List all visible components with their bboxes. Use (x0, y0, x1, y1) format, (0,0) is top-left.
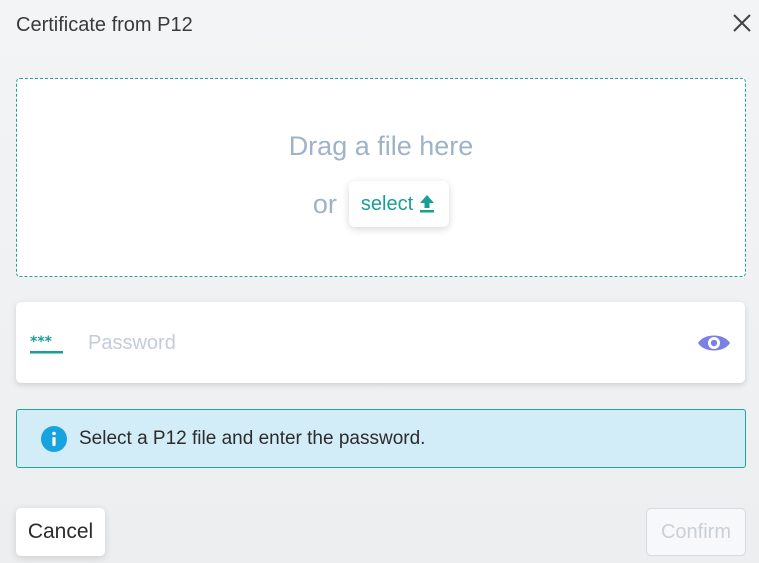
select-file-button[interactable]: select (348, 181, 450, 227)
dialog-title: Certificate from P12 (16, 14, 193, 36)
cancel-button[interactable]: Cancel (16, 508, 105, 556)
select-row: or select (17, 181, 745, 227)
password-field-container: *** (16, 302, 745, 383)
upload-icon (420, 195, 435, 213)
file-dropzone[interactable]: Drag a file here or select (16, 78, 746, 277)
close-icon (733, 14, 751, 32)
close-button[interactable] (729, 10, 755, 36)
info-message-box: Select a P12 file and enter the password… (16, 409, 746, 468)
confirm-button[interactable]: Confirm (646, 508, 746, 556)
drag-file-text: Drag a file here (288, 131, 474, 161)
certificate-dialog: Certificate from P12 Drag a file here or… (0, 0, 759, 563)
show-password-toggle[interactable] (696, 331, 732, 355)
eye-icon (698, 335, 730, 351)
password-input[interactable] (86, 324, 670, 362)
info-message: Select a P12 file and enter the password… (79, 428, 426, 449)
info-icon (41, 426, 67, 452)
password-asterisks-icon: *** (30, 335, 63, 354)
or-text: or (312, 188, 337, 219)
select-label: select (360, 192, 414, 215)
svg-text:***: *** (30, 335, 53, 350)
